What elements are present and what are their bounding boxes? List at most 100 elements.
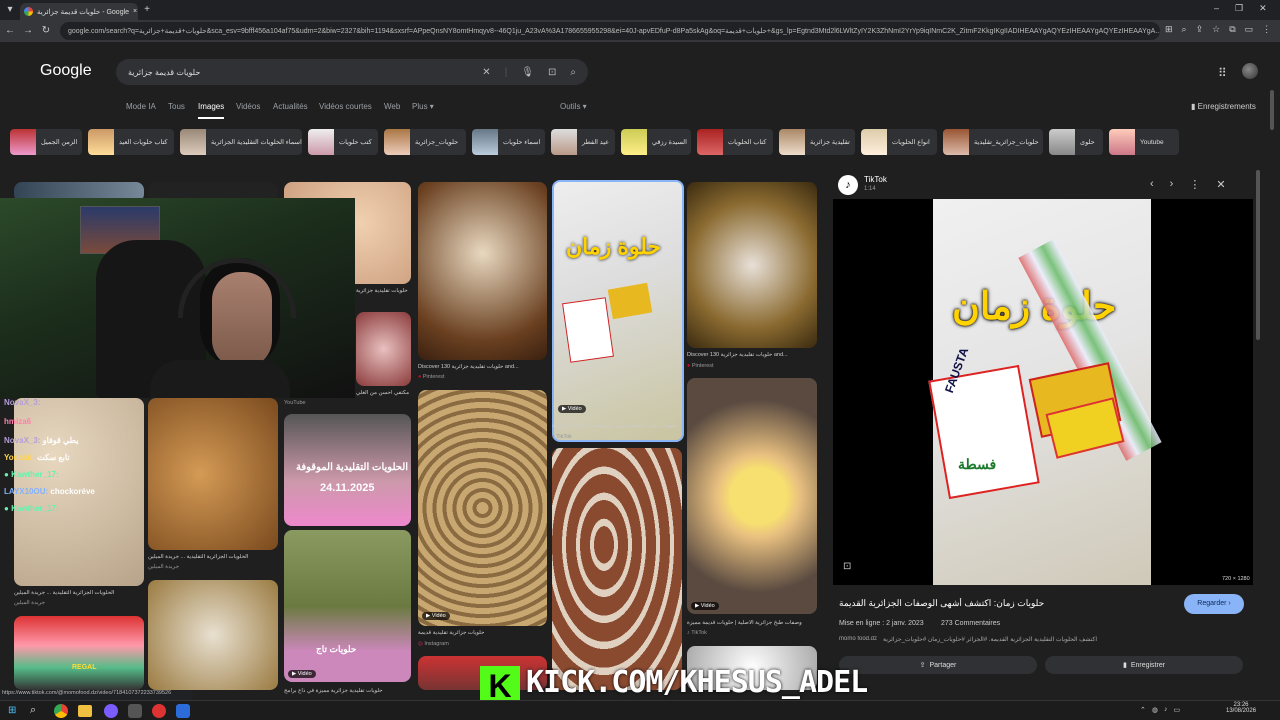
save-button[interactable]: ▮ Enregistrer bbox=[1045, 656, 1243, 674]
bookmark-star-icon[interactable]: ☆ bbox=[1212, 24, 1220, 35]
clock[interactable]: 23:26 13/08/2026 bbox=[1226, 702, 1256, 714]
image-result[interactable] bbox=[552, 448, 682, 690]
previous-icon[interactable]: ‹ bbox=[1150, 178, 1154, 191]
tab-videos-courtes[interactable]: Vidéos courtes bbox=[319, 102, 372, 111]
source-label: TikTok bbox=[556, 434, 572, 440]
close-panel-icon[interactable]: ✕ bbox=[1216, 178, 1225, 191]
chip-3[interactable]: كتب حلويات bbox=[308, 129, 378, 155]
image-result[interactable] bbox=[14, 616, 144, 690]
saved-label: Enregistrements bbox=[1197, 102, 1256, 111]
tab-web[interactable]: Web bbox=[384, 102, 400, 111]
divider: | bbox=[504, 66, 508, 78]
more-options-icon[interactable]: ⋮ bbox=[1189, 178, 1200, 191]
chip-5[interactable]: اسماء حلويات bbox=[472, 129, 545, 155]
network-icon[interactable]: ◍ bbox=[1152, 706, 1158, 714]
image-result[interactable] bbox=[418, 390, 547, 626]
save-label: Enregistrer bbox=[1130, 661, 1166, 669]
microphone-icon[interactable]: 🎙 bbox=[521, 67, 534, 78]
chip-4[interactable]: حلويات_جزائرية bbox=[384, 129, 466, 155]
translate-icon[interactable]: ⊞ bbox=[1165, 24, 1173, 35]
image-caption[interactable]: مكتفي احسن من الغلي bbox=[356, 390, 411, 396]
forward-icon[interactable]: → bbox=[22, 24, 34, 38]
lens-search-icon[interactable]: ⊡ bbox=[843, 561, 851, 572]
image-result[interactable] bbox=[687, 378, 817, 614]
image-caption[interactable]: وصفات طبخ جزائرية الأصلية | حلويات قديمة… bbox=[687, 620, 817, 626]
image-result[interactable] bbox=[418, 182, 547, 360]
app-icon[interactable] bbox=[104, 704, 118, 718]
chip-2[interactable]: اسماء الحلويات التقليدية الجزائرية bbox=[180, 129, 302, 155]
tab-close-icon[interactable]: × bbox=[133, 8, 137, 15]
chip-8[interactable]: كتاب الحلويات bbox=[697, 129, 773, 155]
tab-images[interactable]: Images bbox=[198, 102, 225, 119]
image-caption[interactable]: Discover 130 حلويات تقليدية جزائرية and.… bbox=[418, 364, 547, 370]
image-result[interactable] bbox=[687, 182, 817, 348]
taskbar-search-icon[interactable]: ⌕ bbox=[30, 704, 36, 717]
image-result[interactable] bbox=[148, 580, 278, 690]
tab-videos[interactable]: Vidéos bbox=[236, 102, 260, 111]
chip-9[interactable]: تقليدية جزائرية bbox=[779, 129, 855, 155]
url-field[interactable]: google.com/search?q=حلويات+قديمة+جزائرية… bbox=[60, 22, 1160, 40]
browser-tab[interactable]: حلويات قديمة جزائرية - Google × bbox=[20, 3, 138, 20]
chip-11[interactable]: حلويات_جزائرية_تقليدية bbox=[943, 129, 1043, 155]
share-button[interactable]: ⇪ Partager bbox=[839, 656, 1037, 674]
page-scrollbar[interactable] bbox=[1270, 90, 1274, 130]
tools-button[interactable]: Outils ▾ bbox=[560, 102, 587, 111]
lens-camera-icon[interactable]: ⊡ bbox=[548, 67, 556, 78]
next-icon[interactable]: › bbox=[1170, 178, 1174, 191]
menu-dots-icon[interactable]: ⋮ bbox=[1262, 24, 1271, 35]
windows-start-icon[interactable]: ⊞ bbox=[8, 705, 16, 716]
saved-button[interactable]: ▮ Enregistrements bbox=[1191, 102, 1256, 111]
account-avatar[interactable] bbox=[1242, 63, 1258, 79]
panel-scrollbar[interactable] bbox=[1256, 170, 1260, 340]
window-close-icon[interactable]: ✕ bbox=[1259, 3, 1267, 14]
search-input[interactable]: حلويات قديمة جزائرية bbox=[128, 68, 200, 77]
chip-12[interactable]: حلوى bbox=[1049, 129, 1103, 155]
instagram-icon: ◎ bbox=[418, 641, 423, 647]
sidebar-icon[interactable]: ▭ bbox=[1245, 24, 1254, 35]
chip-10[interactable]: انواع الحلويات bbox=[861, 129, 937, 155]
tab-tous[interactable]: Tous bbox=[168, 102, 185, 111]
volume-icon[interactable]: ♪ bbox=[1164, 706, 1168, 714]
google-logo[interactable]: Google bbox=[40, 62, 92, 80]
image-caption[interactable]: حلويات تقليدية جزائرية مميزة في ذاع برام… bbox=[284, 688, 411, 694]
apps-grid-icon[interactable]: ⠿ bbox=[1218, 66, 1227, 80]
clear-search-icon[interactable]: ✕ bbox=[482, 67, 490, 78]
tab-plus[interactable]: Plus ▾ bbox=[412, 102, 434, 111]
restore-icon[interactable]: ❐ bbox=[1235, 3, 1243, 14]
image-result[interactable] bbox=[356, 312, 411, 386]
search-icon[interactable]: ⌕ bbox=[570, 67, 576, 78]
panel-title[interactable]: حلويات زمان: اكتشف أشهى الوصفات الجزائري… bbox=[839, 598, 1169, 609]
chrome-taskbar-icon[interactable] bbox=[54, 704, 68, 718]
file-explorer-icon[interactable] bbox=[78, 705, 92, 717]
app-icon[interactable] bbox=[128, 704, 142, 718]
app-icon[interactable] bbox=[152, 704, 166, 718]
word-icon[interactable] bbox=[176, 704, 190, 718]
search-box[interactable]: حلويات قديمة جزائرية ✕ | 🎙 ⊡ ⌕ bbox=[116, 59, 588, 85]
battery-icon[interactable]: ▭ bbox=[1173, 706, 1180, 714]
chip-0[interactable]: الزمن الجميل bbox=[10, 129, 82, 155]
extensions-icon[interactable]: ⧉ bbox=[1229, 24, 1235, 35]
visit-button[interactable]: Regarder › bbox=[1184, 594, 1244, 614]
image-caption[interactable]: Discover 130 حلويات تقليدية جزائرية and.… bbox=[687, 352, 817, 358]
chip-13[interactable]: Youtube bbox=[1109, 129, 1179, 155]
chip-7[interactable]: السيدة رزقي bbox=[621, 129, 691, 155]
image-caption[interactable]: حلويات تقليدية جزائرية bbox=[356, 288, 411, 294]
panel-source[interactable]: TikTok bbox=[864, 175, 887, 184]
tab-actualites[interactable]: Actualités bbox=[273, 102, 308, 111]
image-caption[interactable]: الحلويات الجزائرية التقليدية ... جريدة ا… bbox=[14, 590, 144, 596]
new-tab-icon[interactable]: + bbox=[141, 3, 153, 17]
tray-expand-icon[interactable]: ⌃ bbox=[1140, 706, 1146, 714]
chip-1[interactable]: كتاب حلويات العيد bbox=[88, 129, 174, 155]
zoom-icon[interactable]: ⌕ bbox=[1182, 24, 1187, 35]
tab-menu-icon[interactable]: ▾ bbox=[4, 3, 16, 17]
chip-6[interactable]: عيد الفطر bbox=[551, 129, 615, 155]
tab-mode-ia[interactable]: Mode IA bbox=[126, 102, 156, 111]
image-caption[interactable]: حلويات زمان: اكتشف أشهى الوصفات الجزائري… bbox=[552, 423, 682, 429]
minimize-icon[interactable]: – bbox=[1214, 3, 1219, 14]
share-icon[interactable]: ⇪ bbox=[1196, 24, 1204, 35]
image-result[interactable] bbox=[284, 530, 411, 682]
image-caption[interactable]: حلويات جزائرية تقليدية قديمة bbox=[418, 630, 547, 636]
link-status-bar: https://www.tiktok.com/@momofood.dz/vide… bbox=[0, 690, 192, 700]
back-icon[interactable]: ← bbox=[4, 24, 16, 38]
reload-icon[interactable]: ↻ bbox=[40, 24, 52, 38]
